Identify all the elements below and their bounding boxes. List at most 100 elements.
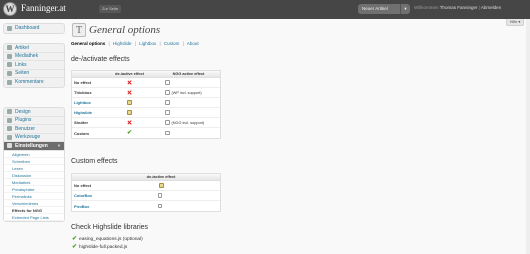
section-heading-check-libraries: Check Highslide libraries bbox=[71, 224, 149, 231]
submenu-item-effects-for-ngg[interactable]: Effects for NGG bbox=[4, 207, 64, 214]
submenu-item-discussion[interactable]: Diskussion bbox=[4, 172, 64, 179]
subnav-lightbox[interactable]: Lightbox bbox=[139, 41, 156, 46]
sidebar-item-label: Mediathek bbox=[15, 53, 39, 60]
section-heading-activate-effects: de-/activate effects bbox=[71, 56, 130, 63]
sidebar-item-label: Einstellungen bbox=[15, 142, 48, 149]
effect-name: Shutter bbox=[74, 120, 88, 125]
effect-name: No effect bbox=[74, 183, 92, 188]
table-row: ColorBox bbox=[72, 191, 220, 201]
effect-name-link[interactable]: Lightbox bbox=[72, 100, 102, 105]
table-header-empty bbox=[72, 71, 102, 77]
ngg-active-checkbox[interactable] bbox=[165, 120, 170, 125]
options-icon[interactable] bbox=[127, 100, 132, 105]
visit-site-button[interactable]: Zur Seite bbox=[99, 5, 122, 13]
options-icon[interactable] bbox=[127, 110, 132, 115]
pin-icon bbox=[7, 45, 12, 51]
ngg-active-checkbox[interactable] bbox=[165, 110, 170, 115]
ngg-active-checkbox[interactable] bbox=[165, 130, 170, 136]
link-icon bbox=[7, 62, 12, 68]
sidebar-item-media[interactable]: Mediathek bbox=[4, 53, 64, 61]
subnav-about[interactable]: About bbox=[187, 41, 199, 46]
submenu-item-privacy[interactable]: Privatsphäre bbox=[4, 186, 64, 193]
settings-icon bbox=[7, 143, 12, 149]
page-scrollbar[interactable] bbox=[526, 19, 530, 254]
ngg-active-checkbox[interactable] bbox=[165, 80, 170, 85]
subnav-general-options[interactable]: General options bbox=[71, 41, 105, 46]
ngg-active-checkbox[interactable] bbox=[165, 100, 170, 105]
greeting-separator: | bbox=[478, 5, 480, 10]
sidebar-item-label: Dashboard bbox=[15, 25, 40, 32]
sidebar-item-pages[interactable]: Seiten bbox=[4, 70, 64, 78]
new-article-button[interactable]: Neuer Artikel ▼ bbox=[358, 4, 410, 14]
sidebar-item-dashboard[interactable]: Dashboard bbox=[4, 24, 64, 33]
effect-name: Thickbox bbox=[74, 90, 92, 95]
sidebar-item-tools[interactable]: Werkzeuge bbox=[4, 134, 64, 142]
dashboard-icon bbox=[7, 25, 12, 31]
sidebar-item-label: Werkzeuge bbox=[15, 134, 41, 141]
user-greeting: Willkommen Thomas Fanninger | Abmelden bbox=[414, 5, 501, 10]
submenu-item-media[interactable]: Mediathek bbox=[4, 179, 64, 186]
subnav-highslide[interactable]: Highslide bbox=[113, 41, 132, 46]
chevron-down-icon[interactable]: ▼ bbox=[57, 143, 61, 148]
submenu-item-misc[interactable]: Verschiedenes bbox=[4, 200, 64, 207]
table-row: No effect bbox=[72, 78, 220, 88]
sidebar-item-label: Benutzer bbox=[15, 125, 36, 132]
check-icon: ✔ bbox=[72, 244, 78, 250]
submenu-item-writing[interactable]: Schreiben bbox=[4, 158, 64, 165]
section-heading-custom-effects: Custom effects bbox=[71, 158, 118, 165]
help-tab[interactable]: Hilfe ▾ bbox=[506, 19, 524, 26]
chevron-down-icon[interactable]: ▼ bbox=[400, 4, 410, 14]
sidebar-item-label: Plugins bbox=[15, 117, 32, 124]
submenu-item-general[interactable]: Allgemein bbox=[4, 151, 64, 158]
effect-name-link[interactable]: ColorBox bbox=[72, 193, 102, 198]
sidebar-item-label: Links bbox=[15, 61, 27, 68]
subnav-custom[interactable]: Custom bbox=[164, 41, 180, 46]
menu-group-admin: Design Plugins Benutzer Werkzeuge Einste… bbox=[3, 107, 65, 222]
comment-icon bbox=[7, 79, 12, 85]
ngg-active-checkbox[interactable] bbox=[165, 90, 170, 95]
plugin-icon bbox=[7, 117, 12, 123]
users-icon bbox=[7, 126, 12, 132]
sidebar-item-comments[interactable]: Kommentare bbox=[4, 78, 64, 87]
inactive-x-icon[interactable] bbox=[127, 120, 132, 125]
wordpress-logo-icon[interactable]: W bbox=[3, 2, 17, 16]
active-check-icon[interactable]: ✔ bbox=[127, 130, 132, 136]
table-header: de-/active effect NGG active effect bbox=[72, 71, 220, 78]
submenu-item-extended-page-lists[interactable]: Extended Page Lists bbox=[4, 214, 64, 221]
effects-table: de-/active effect NGG active effect No e… bbox=[71, 70, 221, 139]
library-name: easing_equations.js (optional) bbox=[79, 237, 143, 242]
user-profile-link[interactable]: Thomas Fanninger bbox=[440, 5, 478, 10]
sidebar-item-articles[interactable]: Artikel bbox=[4, 44, 64, 53]
sidebar-item-settings[interactable]: Einstellungen ▼ bbox=[4, 142, 64, 151]
sidebar-item-links[interactable]: Links bbox=[4, 61, 64, 70]
check-icon: ✔ bbox=[72, 236, 78, 242]
sidebar-item-design[interactable]: Design bbox=[4, 108, 64, 117]
options-icon[interactable] bbox=[158, 183, 164, 188]
page-title: General options bbox=[89, 24, 161, 36]
custom-effects-table: de-/active effect No effect ColorBox Pir… bbox=[71, 173, 221, 212]
table-header: de-/active effect bbox=[72, 174, 220, 181]
subnav-separator: | bbox=[182, 41, 184, 46]
table-row: Thickbox (WP incl. support) bbox=[72, 88, 220, 98]
sidebar-item-users[interactable]: Benutzer bbox=[4, 125, 64, 134]
logout-link[interactable]: Abmelden bbox=[481, 5, 501, 10]
submenu-item-reading[interactable]: Lesen bbox=[4, 165, 64, 172]
column-header-ngg-active-effect: NGG active effect bbox=[172, 72, 205, 76]
effect-name-link[interactable]: PiroBox bbox=[72, 204, 102, 209]
inactive-x-icon[interactable] bbox=[127, 90, 132, 95]
table-row: Custom ✔ bbox=[72, 128, 220, 138]
effect-name-link[interactable]: Highslide bbox=[72, 110, 102, 115]
table-row: Highslide bbox=[72, 108, 220, 118]
options-page-icon: T bbox=[72, 23, 86, 37]
table-row: Shutter (NGG incl. support) bbox=[72, 118, 220, 128]
site-title[interactable]: Fanninger.at bbox=[21, 3, 66, 13]
inactive-x-icon[interactable] bbox=[127, 80, 132, 85]
media-icon bbox=[7, 53, 12, 59]
active-checkbox[interactable] bbox=[157, 203, 163, 209]
table-row: PiroBox bbox=[72, 201, 220, 211]
admin-header: W Fanninger.at Zur Seite Neuer Artikel ▼… bbox=[0, 0, 530, 19]
active-checkbox[interactable] bbox=[157, 193, 163, 198]
sidebar-item-plugins[interactable]: Plugins bbox=[4, 117, 64, 125]
submenu-item-permalinks[interactable]: Permalinks bbox=[4, 193, 64, 200]
table-row: No effect bbox=[72, 181, 220, 191]
